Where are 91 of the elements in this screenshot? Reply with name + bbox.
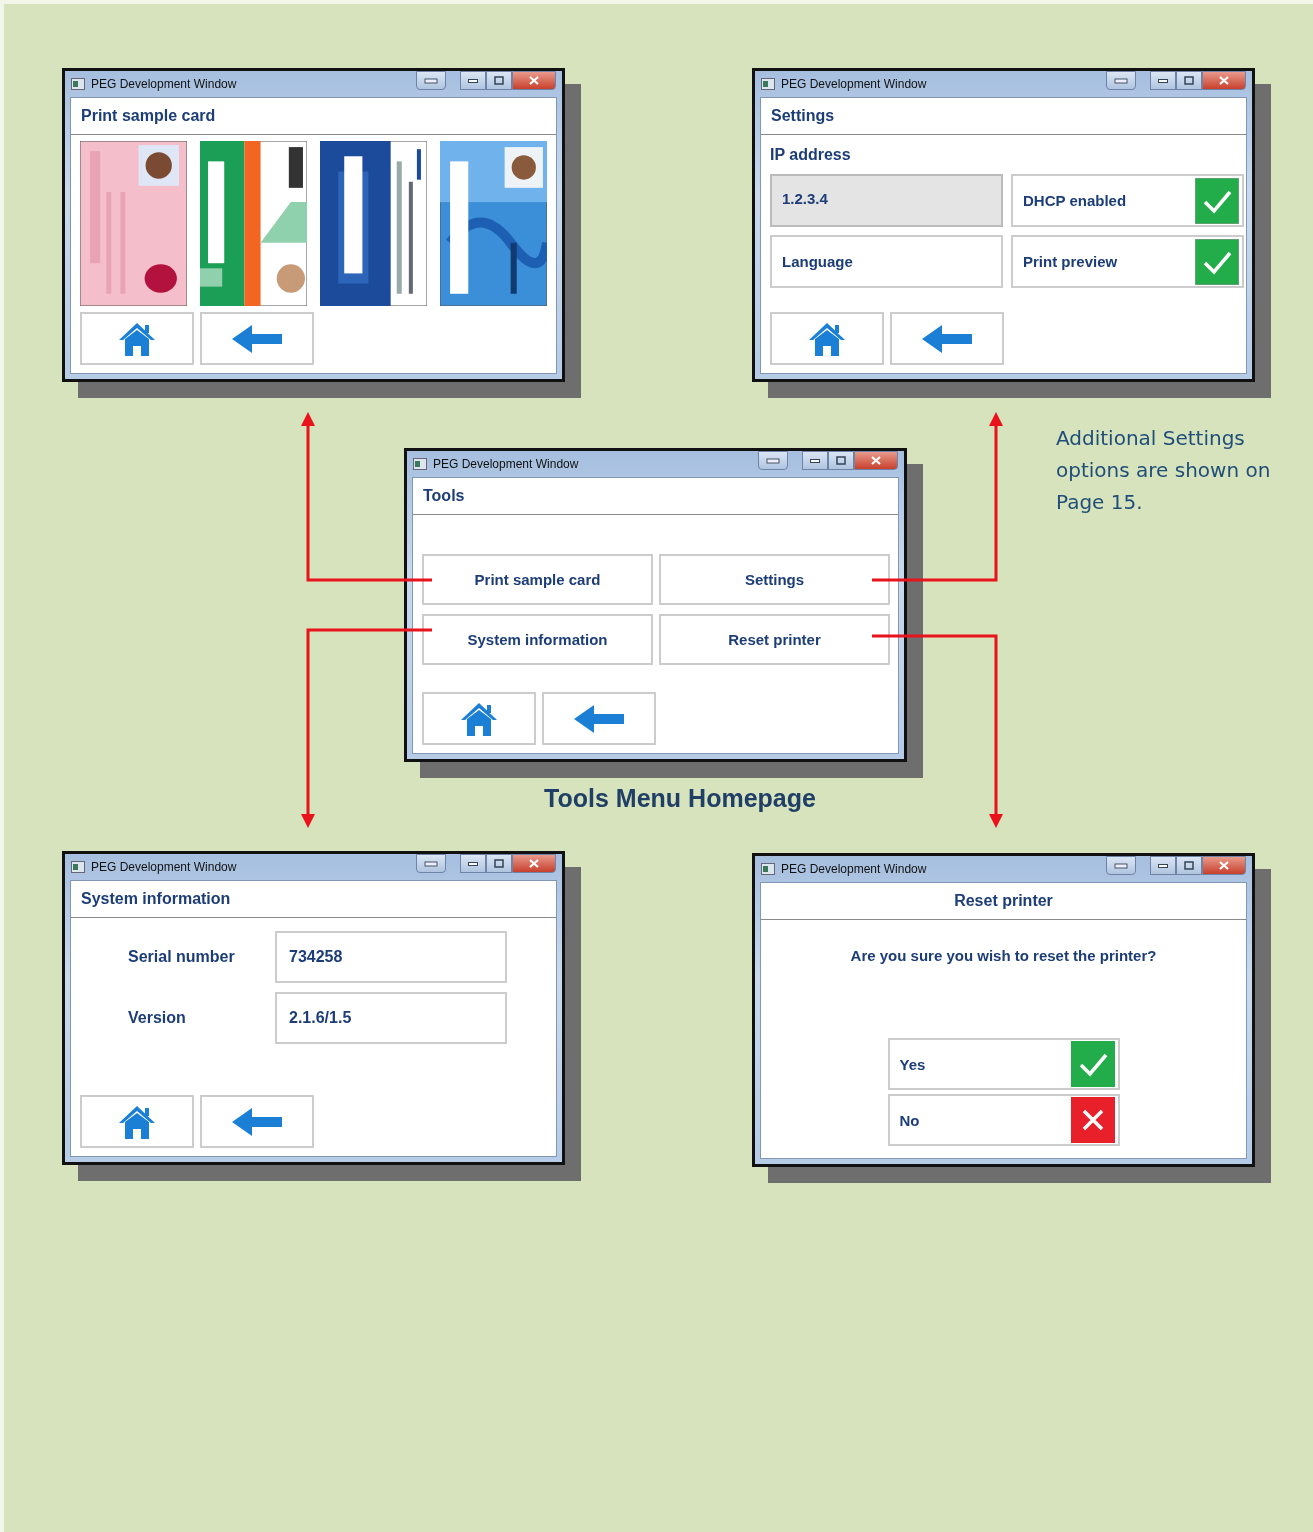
window-title: PEG Development Window [781,77,927,91]
confirm-question: Are you sure you wish to reset the printer? [849,947,1158,964]
screen-heading: Print sample card [81,107,216,125]
back-button[interactable] [200,1095,314,1148]
minimize-button[interactable] [460,71,486,90]
minimize-icon [468,78,478,83]
window-title: PEG Development Window [433,457,579,471]
maximize-button[interactable] [486,854,512,873]
home-button[interactable] [422,692,536,745]
menu-button[interactable]: Reset printer [659,614,890,665]
side-note: Additional Settings options are shown on Page 15. [1056,425,1272,516]
close-icon [529,76,539,85]
minimize-button[interactable] [460,854,486,873]
left-arrow-icon [574,704,624,733]
screen-heading: System information [81,890,231,908]
app-icon [71,78,85,90]
maximize-button[interactable] [486,71,512,90]
minimize-icon [1158,863,1168,868]
toggle-option[interactable]: DHCP enabled [1011,174,1244,227]
maximize-icon [1184,861,1194,870]
menu-button[interactable]: System information [422,614,653,665]
close-icon [529,859,539,868]
check-icon [1070,1041,1115,1087]
dash-icon [766,457,780,464]
close-button[interactable] [1202,856,1246,875]
menu-button[interactable]: Settings [659,554,890,605]
maximize-icon [494,859,504,868]
minimize-icon [468,861,478,866]
window-title: PEG Development Window [91,77,237,91]
field-label: Version [127,1009,187,1027]
answer-option[interactable]: No [887,1094,1120,1146]
close-icon [1219,76,1229,85]
section-label: IP address [770,146,852,164]
home-icon [118,320,156,357]
dash-icon [1114,77,1128,84]
minimize-button[interactable] [1150,71,1176,90]
close-button[interactable] [1202,71,1246,90]
screen-heading: Tools [423,487,465,505]
title-bar-button[interactable] [416,71,446,90]
home-icon [118,1103,156,1140]
back-button[interactable] [890,312,1004,365]
field-label: Serial number [127,948,236,966]
app-icon [761,78,775,90]
answer-option[interactable]: Yes [887,1038,1120,1090]
app-icon [71,861,85,873]
home-icon [808,320,846,357]
back-button[interactable] [542,692,656,745]
home-button[interactable] [770,312,884,365]
title-bar-button[interactable] [416,854,446,873]
window-title: PEG Development Window [91,860,237,874]
close-button[interactable] [512,71,556,90]
home-icon [460,700,498,737]
title-bar-button[interactable] [758,451,788,470]
minimize-button[interactable] [802,451,828,470]
toggle-option[interactable]: Print preview [1011,235,1244,288]
back-button[interactable] [200,312,314,365]
close-icon [1219,861,1229,870]
left-arrow-icon [232,324,282,353]
home-button[interactable] [80,312,194,365]
close-button[interactable] [854,451,898,470]
maximize-icon [1184,76,1194,85]
minimize-button[interactable] [1150,856,1176,875]
close-icon [871,456,881,465]
app-icon [413,458,427,470]
left-arrow-icon [232,1107,282,1136]
language-button[interactable]: Language [770,235,1003,288]
maximize-button[interactable] [1176,71,1202,90]
dash-icon [424,860,438,867]
close-button[interactable] [512,854,556,873]
window-title: PEG Development Window [781,862,927,876]
minimize-icon [1158,78,1168,83]
title-bar-button[interactable] [1106,856,1136,875]
title-bar-button[interactable] [1106,71,1136,90]
app-icon [761,863,775,875]
maximize-button[interactable] [828,451,854,470]
maximize-icon [836,456,846,465]
minimize-icon [810,458,820,463]
home-button[interactable] [80,1095,194,1148]
dash-icon [424,77,438,84]
value-field: 734258 [275,931,507,983]
cross-icon [1070,1097,1115,1143]
value-field: 2.1.6/1.5 [275,992,507,1044]
screen-heading: Reset printer [954,892,1053,910]
maximize-icon [494,76,504,85]
ip-address-field[interactable]: 1.2.3.4 [770,174,1003,227]
left-arrow-icon [922,324,972,353]
maximize-button[interactable] [1176,856,1202,875]
menu-button[interactable]: Print sample card [422,554,653,605]
dash-icon [1114,862,1128,869]
screen-heading: Settings [771,107,835,125]
diagram-caption: Tools Menu Homepage [543,784,817,813]
